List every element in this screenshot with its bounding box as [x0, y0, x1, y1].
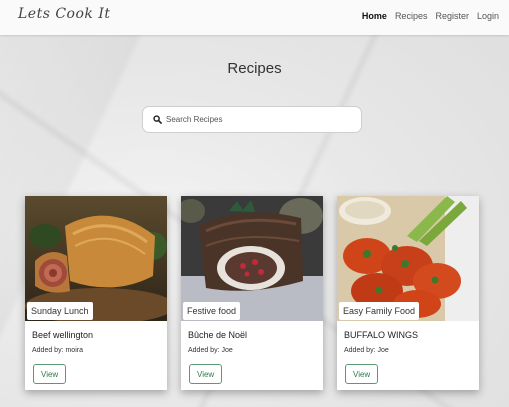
recipe-card: Easy Family Food BUFFALO WINGS Added by:…: [337, 196, 479, 390]
recipe-author: Added by: Joe: [344, 347, 389, 354]
nav-link-register[interactable]: Register: [435, 11, 469, 21]
recipe-card: Festive food Bûche de Noël Added by: Joe…: [181, 196, 323, 390]
recipe-author: Added by: Joe: [188, 347, 233, 354]
recipe-image-beef-wellington: Sunday Lunch: [25, 196, 167, 321]
view-recipe-button[interactable]: View: [189, 364, 223, 384]
recipe-title: Beef wellington: [32, 330, 94, 340]
recipe-title: BUFFALO WINGS: [344, 330, 419, 340]
recipe-category-tag: Festive food: [183, 302, 241, 320]
page-title: Recipes: [227, 60, 282, 77]
search-box[interactable]: [142, 106, 362, 133]
site-logo[interactable]: Lets Cook It: [18, 6, 111, 22]
nav-links: Home Recipes Register Login: [362, 11, 499, 21]
view-recipe-button[interactable]: View: [345, 364, 379, 384]
recipe-author: Added by: moira: [32, 347, 83, 354]
recipe-card-body: Beef wellington Added by: moira: [32, 330, 93, 354]
recipe-image-buche-de-noel: Festive food: [181, 196, 323, 321]
search-input[interactable]: [166, 115, 356, 124]
recipe-category-tag: Easy Family Food: [339, 302, 420, 320]
recipe-card-body: BUFFALO WINGS Added by: Joe: [344, 330, 418, 354]
nav-link-recipes[interactable]: Recipes: [395, 11, 428, 21]
recipe-image-buffalo-wings: Easy Family Food: [337, 196, 479, 321]
recipe-category-tag: Sunday Lunch: [27, 302, 93, 320]
navbar: Lets Cook It Home Recipes Register Login: [0, 0, 509, 35]
search-icon: [149, 112, 165, 128]
recipe-title: Bûche de Noël: [188, 330, 248, 340]
nav-link-login[interactable]: Login: [477, 11, 499, 21]
view-recipe-button[interactable]: View: [33, 364, 67, 384]
recipe-card-body: Bûche de Noël Added by: Joe: [188, 330, 247, 354]
nav-link-home[interactable]: Home: [362, 11, 387, 21]
recipe-card: Sunday Lunch Beef wellington Added by: m…: [25, 196, 167, 390]
